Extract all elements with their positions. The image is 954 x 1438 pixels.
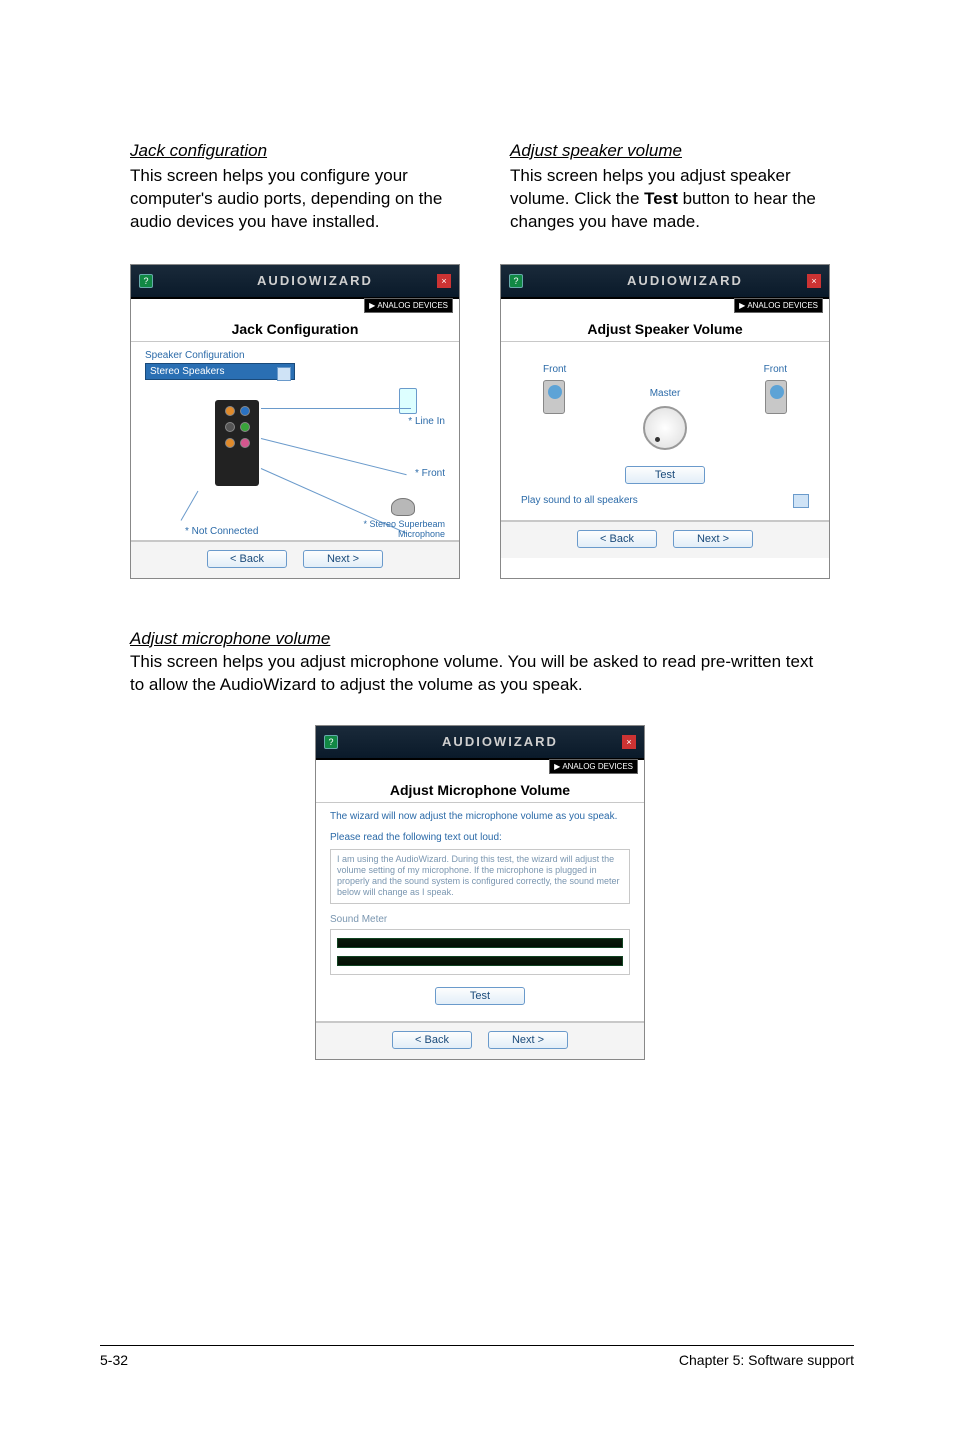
separator bbox=[131, 341, 459, 342]
connector-line bbox=[181, 491, 199, 521]
back-button[interactable]: < Back bbox=[577, 530, 657, 548]
jack-heading: Jack configuration bbox=[130, 140, 450, 163]
wizard-titlebar: ? AUDIOWIZARD × ▶ANALOG DEVICES bbox=[131, 265, 459, 299]
jack-body: This screen helps you configure your com… bbox=[130, 165, 450, 234]
jack-wizard-body: Jack Configuration Speaker Configuration… bbox=[131, 299, 459, 540]
speaker-column: Adjust speaker volume This screen helps … bbox=[510, 140, 830, 234]
play-sound-select[interactable]: Play sound to all speakers bbox=[521, 494, 809, 508]
brand-text: ANALOG DEVICES bbox=[377, 301, 448, 310]
brand-badge: ▶ANALOG DEVICES bbox=[549, 759, 638, 774]
front-label: * Front bbox=[385, 468, 445, 479]
speaker-wizard: ? AUDIOWIZARD × ▶ANALOG DEVICES Adjust S… bbox=[500, 264, 830, 579]
mic-panel-title: Adjust Microphone Volume bbox=[330, 782, 630, 798]
speaker-heading: Adjust speaker volume bbox=[510, 140, 830, 163]
jack-wizard: ? AUDIOWIZARD × ▶ANALOG DEVICES Jack Con… bbox=[130, 264, 460, 579]
play-sound-label: Play sound to all speakers bbox=[521, 495, 638, 506]
mic-heading: Adjust microphone volume bbox=[130, 629, 830, 649]
brand-badge: ▶ANALOG DEVICES bbox=[364, 298, 453, 313]
wizard-title: AUDIOWIZARD bbox=[563, 273, 807, 288]
connector-line bbox=[261, 408, 411, 409]
wizard-titlebar: ? AUDIOWIZARD × ▶ANALOG DEVICES bbox=[316, 726, 644, 760]
jack-grey bbox=[225, 422, 235, 432]
brand-text: ANALOG DEVICES bbox=[562, 762, 633, 771]
brand-badge: ▶ANALOG DEVICES bbox=[734, 298, 823, 313]
jack-panel-graphic bbox=[215, 400, 259, 486]
wizard-title: AUDIOWIZARD bbox=[193, 273, 437, 288]
test-button[interactable]: Test bbox=[435, 987, 525, 1005]
separator bbox=[316, 802, 644, 803]
next-button[interactable]: Next > bbox=[673, 530, 753, 548]
jack-green bbox=[240, 422, 250, 432]
speaker-panel-title: Adjust Speaker Volume bbox=[515, 321, 815, 337]
jack-row-2 bbox=[215, 422, 259, 432]
jack-row-1 bbox=[215, 406, 259, 416]
jack-orange bbox=[225, 406, 235, 416]
page-content: Jack configuration This screen helps you… bbox=[130, 140, 830, 1060]
wizard-footer: < Back Next > bbox=[501, 521, 829, 558]
help-icon[interactable]: ? bbox=[324, 735, 338, 749]
play-icon: ▶ bbox=[369, 301, 375, 310]
next-button[interactable]: Next > bbox=[303, 550, 383, 568]
jack-blue bbox=[240, 406, 250, 416]
front-right-label: Front bbox=[764, 364, 787, 375]
speaker-body-bold: Test bbox=[644, 189, 678, 208]
microphone-icon bbox=[391, 498, 415, 516]
wizard-title: AUDIOWIZARD bbox=[378, 734, 622, 749]
intro-columns: Jack configuration This screen helps you… bbox=[130, 140, 830, 234]
jack-diagram: * Line In bbox=[145, 390, 445, 530]
mic-label: * Stereo Superbeam Microphone bbox=[325, 520, 445, 540]
sound-meter-bar bbox=[337, 956, 623, 966]
play-icon: ▶ bbox=[554, 762, 560, 771]
play-icon: ▶ bbox=[739, 301, 745, 310]
screenshots-row: ? AUDIOWIZARD × ▶ANALOG DEVICES Jack Con… bbox=[130, 264, 830, 579]
jack-orange-2 bbox=[225, 438, 235, 448]
close-icon[interactable]: × bbox=[807, 274, 821, 288]
speaker-wizard-body: Adjust Speaker Volume Front Front Master… bbox=[501, 299, 829, 520]
speaker-config-label: Speaker Configuration bbox=[145, 350, 445, 361]
mic-wizard: ? AUDIOWIZARD × ▶ANALOG DEVICES Adjust M… bbox=[315, 725, 645, 1060]
back-button[interactable]: < Back bbox=[392, 1031, 472, 1049]
wizard-footer: < Back Next > bbox=[131, 541, 459, 578]
line-in-icon bbox=[399, 388, 417, 414]
mic-test-row: Test bbox=[330, 987, 630, 1005]
close-icon[interactable]: × bbox=[622, 735, 636, 749]
mic-wizard-body: Adjust Microphone Volume The wizard will… bbox=[316, 760, 644, 1021]
master-volume-knob[interactable] bbox=[643, 406, 687, 450]
mic-read-text: I am using the AudioWizard. During this … bbox=[330, 849, 630, 904]
help-icon[interactable]: ? bbox=[509, 274, 523, 288]
wizard-titlebar: ? AUDIOWIZARD × ▶ANALOG DEVICES bbox=[501, 265, 829, 299]
speaker-config-select[interactable]: Stereo Speakers bbox=[145, 363, 295, 380]
not-connected-label: * Not Connected bbox=[185, 526, 258, 537]
front-left-label: Front bbox=[543, 364, 566, 375]
page-number: 5-32 bbox=[100, 1352, 128, 1368]
chapter-title: Chapter 5: Software support bbox=[679, 1352, 854, 1368]
mic-read-label: Please read the following text out loud: bbox=[330, 832, 630, 843]
speaker-diagram: Front Front Master Test Play sound to al… bbox=[515, 360, 815, 510]
sound-meter-label: Sound Meter bbox=[330, 914, 630, 925]
jack-column: Jack configuration This screen helps you… bbox=[130, 140, 450, 234]
page-footer: 5-32 Chapter 5: Software support bbox=[100, 1345, 854, 1368]
next-button[interactable]: Next > bbox=[488, 1031, 568, 1049]
chevron-down-icon[interactable] bbox=[793, 494, 809, 508]
sound-meter bbox=[330, 929, 630, 975]
master-label: Master bbox=[515, 388, 815, 399]
mic-section: Adjust microphone volume This screen hel… bbox=[130, 629, 830, 1060]
jack-pink bbox=[240, 438, 250, 448]
mic-body: This screen helps you adjust microphone … bbox=[130, 651, 830, 697]
sound-meter-bar bbox=[337, 938, 623, 948]
speaker-body: This screen helps you adjust speaker vol… bbox=[510, 165, 830, 234]
mic-wizard-wrap: ? AUDIOWIZARD × ▶ANALOG DEVICES Adjust M… bbox=[130, 725, 830, 1060]
mic-instruction: The wizard will now adjust the microphon… bbox=[330, 811, 630, 822]
jack-panel-title: Jack Configuration bbox=[145, 321, 445, 337]
line-in-label: * Line In bbox=[385, 416, 445, 427]
test-button[interactable]: Test bbox=[625, 466, 705, 484]
brand-text: ANALOG DEVICES bbox=[747, 301, 818, 310]
close-icon[interactable]: × bbox=[437, 274, 451, 288]
back-button[interactable]: < Back bbox=[207, 550, 287, 568]
help-icon[interactable]: ? bbox=[139, 274, 153, 288]
separator bbox=[501, 341, 829, 342]
jack-row-3 bbox=[215, 438, 259, 448]
wizard-footer: < Back Next > bbox=[316, 1022, 644, 1059]
